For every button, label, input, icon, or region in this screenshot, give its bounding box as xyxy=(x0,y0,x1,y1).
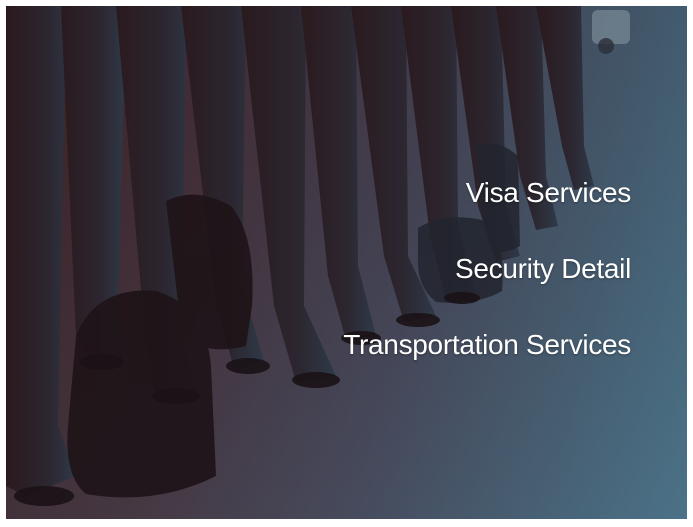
visa-services-link[interactable]: Visa Services xyxy=(466,174,632,212)
page-frame: Visa Services Security Detail Transporta… xyxy=(0,0,693,527)
security-detail-link[interactable]: Security Detail xyxy=(455,250,631,288)
transportation-services-link[interactable]: Transportation Services xyxy=(343,326,631,364)
hero-banner: Visa Services Security Detail Transporta… xyxy=(6,6,687,519)
services-nav: Visa Services Security Detail Transporta… xyxy=(343,174,631,364)
